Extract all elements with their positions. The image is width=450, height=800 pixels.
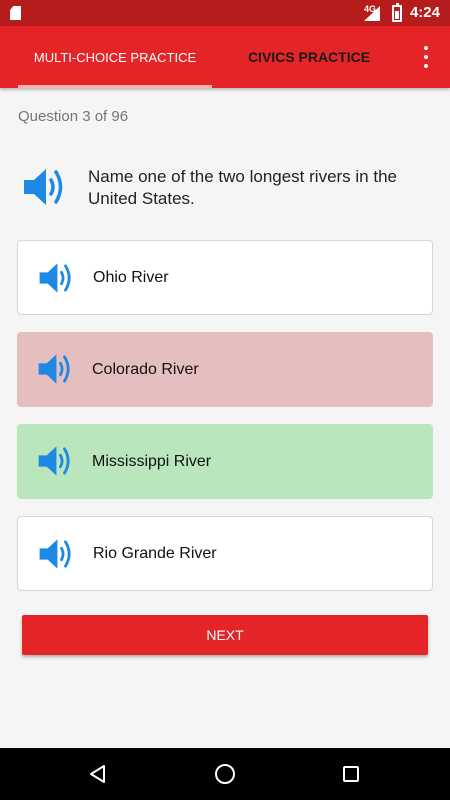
- sd-card-icon: [10, 6, 21, 20]
- speaker-icon[interactable]: [37, 444, 71, 483]
- tab-label: CIVICS PRACTICE: [247, 49, 371, 65]
- answer-option-1[interactable]: Ohio River: [17, 240, 433, 315]
- answer-label: Mississippi River: [92, 452, 212, 470]
- answer-option-3[interactable]: Mississippi River: [17, 424, 433, 499]
- tab-multi-choice-practice[interactable]: MULTI-CHOICE PRACTICE: [18, 26, 212, 88]
- answer-label: Colorado River: [92, 360, 199, 378]
- overflow-menu-icon[interactable]: [416, 46, 436, 68]
- active-tab-indicator: [18, 85, 212, 88]
- system-nav-bar: [0, 748, 450, 800]
- tab-label: MULTI-CHOICE PRACTICE: [33, 49, 197, 65]
- tab-civics-practice[interactable]: CIVICS PRACTICE: [212, 26, 406, 88]
- speaker-icon[interactable]: [38, 261, 72, 300]
- app-bar: MULTI-CHOICE PRACTICE CIVICS PRACTICE: [0, 26, 450, 88]
- question-text: Name one of the two longest rivers in th…: [88, 167, 397, 208]
- battery-icon: [392, 3, 402, 22]
- home-icon[interactable]: [215, 764, 235, 784]
- recent-apps-icon[interactable]: [343, 766, 359, 782]
- next-button[interactable]: NEXT: [22, 615, 428, 655]
- answer-option-4[interactable]: Rio Grande River: [17, 516, 433, 591]
- back-icon[interactable]: [88, 764, 108, 789]
- answer-label: Ohio River: [93, 268, 169, 286]
- speaker-icon[interactable]: [37, 352, 71, 391]
- question-progress: Question 3 of 96: [18, 108, 129, 125]
- speaker-icon[interactable]: [38, 537, 72, 576]
- answer-option-2[interactable]: Colorado River: [17, 332, 433, 407]
- speaker-icon[interactable]: [22, 166, 64, 213]
- status-bar: 4G 4:24: [0, 0, 450, 26]
- answer-label: Rio Grande River: [93, 544, 217, 562]
- status-time: 4:24: [409, 4, 440, 21]
